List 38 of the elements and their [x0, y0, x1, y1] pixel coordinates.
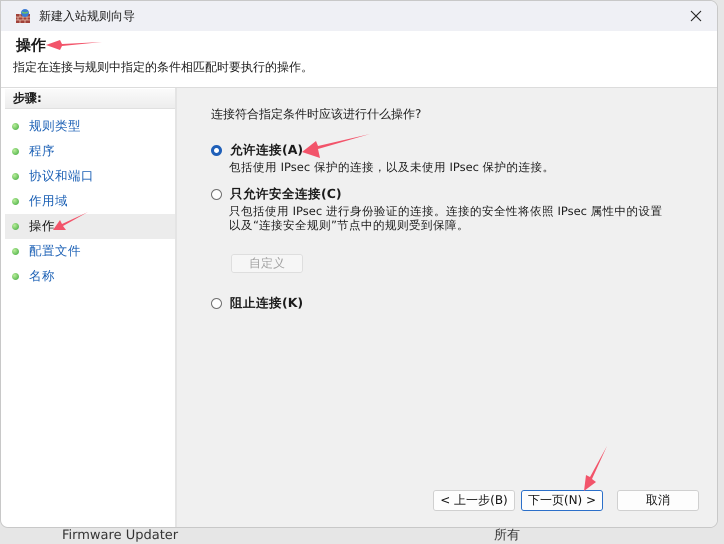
step-item[interactable]: 操作 — [5, 214, 175, 239]
step-item[interactable]: 程序 — [5, 139, 175, 164]
annotation-arrow — [302, 134, 370, 158]
window-title: 新建入站规则向导 — [39, 8, 135, 24]
dialog-button[interactable]: 取消 — [617, 490, 699, 511]
step-item[interactable]: 配置文件 — [5, 239, 175, 264]
dialog-button[interactable]: 下一页(N) > — [521, 490, 603, 511]
steps-heading: 步骤: — [5, 89, 175, 109]
radio-button[interactable] — [211, 188, 222, 200]
background-list-item: Firmware Updater — [61, 529, 178, 543]
bullet-icon — [12, 173, 19, 180]
radio-button[interactable] — [211, 298, 222, 308]
page-description: 指定在连接与规则中指定的条件相匹配时要执行的操作。 — [13, 59, 314, 76]
question-text: 连接符合指定条件时应该进行什么操作? — [211, 106, 422, 123]
step-item[interactable]: 名称 — [5, 264, 175, 289]
radio-option[interactable]: 允许连接(A) — [211, 141, 717, 159]
radio-button[interactable] — [211, 144, 222, 156]
bullet-icon — [12, 148, 19, 155]
bullet-icon — [12, 223, 19, 230]
background-list-cell: 所有 — [494, 529, 520, 543]
option-description: 包括使用 IPsec 保护的连接，以及未使用 IPsec 保护的连接。 — [228, 160, 556, 174]
page-title: 操作 — [14, 35, 46, 55]
radio-option[interactable]: 阻止连接(K) — [211, 294, 717, 312]
annotation-arrow — [584, 446, 607, 491]
bullet-icon — [12, 123, 19, 130]
radio-option[interactable]: 只允许安全连接(C) — [211, 185, 717, 203]
annotation-arrow — [53, 212, 88, 230]
bullet-icon — [12, 198, 19, 205]
step-item[interactable]: 规则类型 — [5, 114, 175, 139]
firewall-icon — [15, 8, 31, 24]
annotation-arrow — [46, 40, 102, 50]
dialog-button[interactable]: < 上一步(B) — [433, 490, 515, 511]
bullet-icon — [12, 248, 19, 255]
bullet-icon — [12, 273, 19, 280]
step-item[interactable]: 作用域 — [5, 189, 175, 214]
step-item[interactable]: 协议和端口 — [5, 164, 175, 189]
option-description: 只包括使用 IPsec 进行身份验证的连接。连接的安全性将依照 IPsec 属性中的设置以及“连接安全规则”节点中的规则受到保障。 — [228, 204, 664, 232]
close-icon — [690, 10, 702, 22]
